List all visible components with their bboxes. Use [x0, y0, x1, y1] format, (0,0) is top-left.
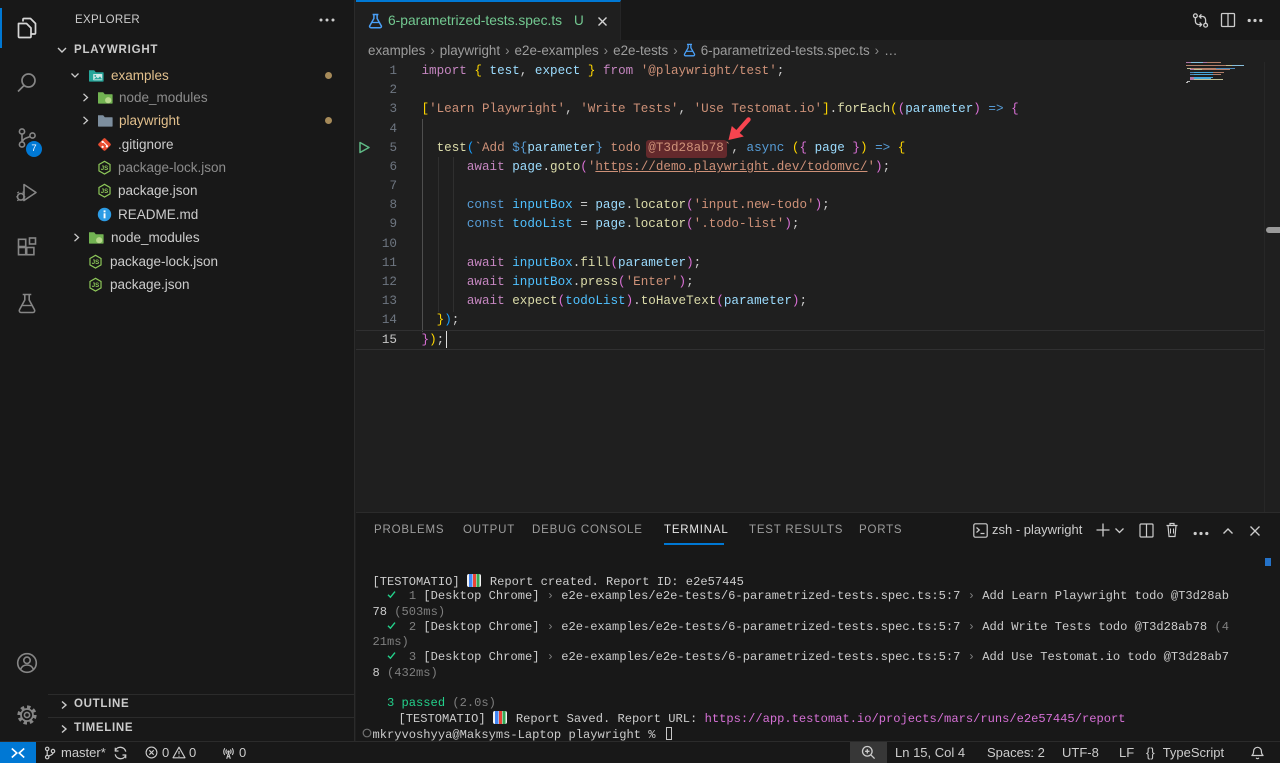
svg-text:JS: JS	[101, 165, 108, 172]
svg-text:JS: JS	[101, 188, 108, 195]
svg-text:JS: JS	[92, 282, 99, 289]
svg-text:JS: JS	[92, 258, 99, 265]
